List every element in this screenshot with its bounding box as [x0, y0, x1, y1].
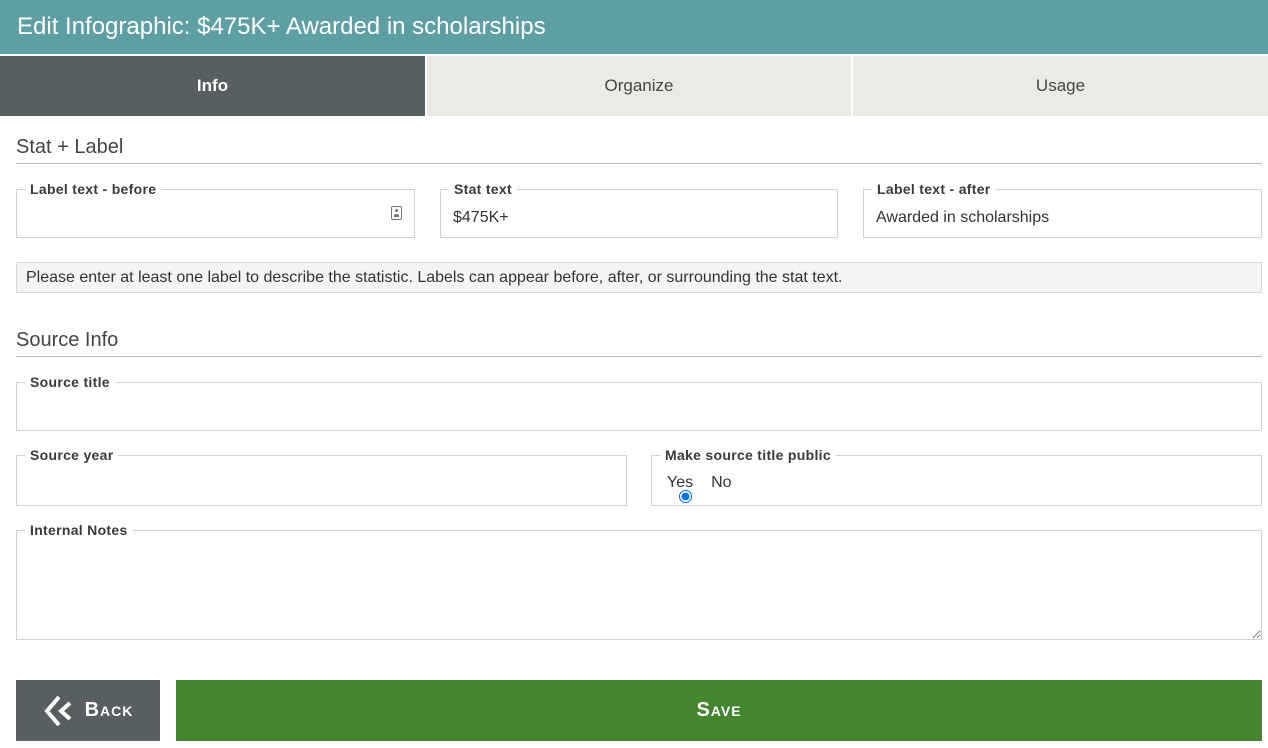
tab-organize[interactable]: Organize: [427, 56, 851, 116]
radio-no[interactable]: [679, 490, 692, 503]
tab-info[interactable]: Info: [0, 56, 425, 116]
label-after-legend: Label text - after: [872, 181, 996, 197]
stat-text-field: Stat text: [440, 181, 838, 238]
source-title-input[interactable]: [29, 399, 1249, 423]
label-before-field: Label text - before: [16, 181, 415, 238]
source-year-field: Source year: [16, 447, 627, 506]
contact-card-icon[interactable]: [391, 206, 402, 220]
save-button[interactable]: Save: [176, 680, 1262, 741]
stat-label-section-title: Stat + Label: [16, 135, 1262, 164]
internal-notes-legend: Internal Notes: [25, 522, 133, 538]
tab-usage-label: Usage: [1035, 76, 1086, 95]
source-title-legend: Source title: [25, 374, 115, 390]
label-after-field: Label text - after: [863, 181, 1262, 238]
source-title-field: Source title: [16, 374, 1262, 431]
tab-organize-label: Organize: [604, 76, 674, 95]
make-public-field: Make source title public Yes No: [651, 447, 1262, 506]
label-before-input[interactable]: [29, 206, 384, 230]
page-header: Edit Infographic: $475K+ Awarded in scho…: [0, 0, 1268, 54]
make-public-legend: Make source title public: [660, 447, 836, 463]
label-before-legend: Label text - before: [25, 181, 162, 197]
double-chevron-left-icon: [43, 695, 71, 726]
make-public-radio-group: Yes No: [667, 474, 750, 503]
radio-no-label: No: [711, 474, 732, 491]
stat-text-input[interactable]: [453, 206, 825, 230]
tab-bar: Info Organize Usage: [0, 56, 1268, 116]
radio-no-option[interactable]: No: [679, 474, 732, 503]
label-help-text: Please enter at least one label to descr…: [16, 262, 1262, 293]
back-button-label: Back: [84, 699, 134, 721]
source-year-legend: Source year: [25, 447, 119, 463]
save-button-label: Save: [696, 699, 742, 721]
page-title: Edit Infographic: $475K+ Awarded in scho…: [17, 13, 546, 40]
internal-notes-field: Internal Notes: [16, 522, 1262, 640]
internal-notes-textarea[interactable]: [17, 531, 1261, 639]
tab-usage[interactable]: Usage: [853, 56, 1268, 116]
source-year-input[interactable]: [29, 472, 614, 496]
tab-info-label: Info: [196, 76, 229, 95]
source-info-section-title: Source Info: [16, 328, 1262, 357]
back-button[interactable]: Back: [16, 680, 160, 741]
label-after-input[interactable]: [876, 206, 1249, 230]
stat-text-legend: Stat text: [449, 181, 517, 197]
